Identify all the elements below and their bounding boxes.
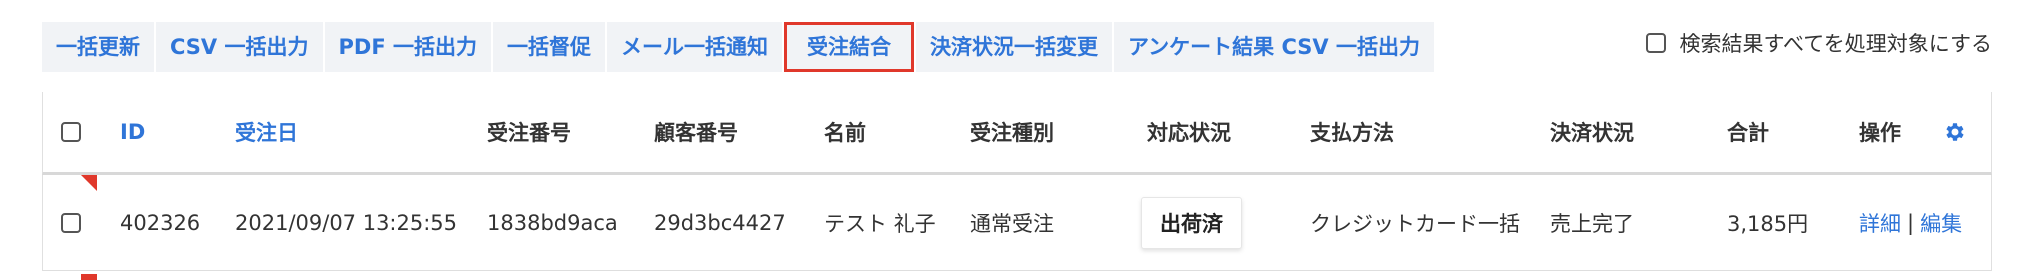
cell-payment-method: クレジットカード一括 xyxy=(1310,211,1520,236)
bulk-update-button[interactable]: 一括更新 xyxy=(42,22,154,72)
select-all-results-checkbox[interactable] xyxy=(1645,33,1666,53)
csv-bulk-export-button[interactable]: CSV 一括出力 xyxy=(156,22,323,72)
edit-link[interactable]: 編集 xyxy=(1920,208,1962,238)
cell-total: 3,185円 xyxy=(1727,211,1809,236)
cell-actions: 詳細 | 編集 xyxy=(1859,175,1962,270)
column-settings-button[interactable] xyxy=(1943,92,1967,172)
cell-status: 出荷済 xyxy=(1141,175,1242,270)
survey-csv-bulk-export-button[interactable]: アンケート結果 CSV 一括出力 xyxy=(1113,22,1434,72)
cell-name: テスト 礼子 xyxy=(824,211,936,236)
header-id[interactable]: ID xyxy=(120,92,145,172)
header-status: 対応状況 xyxy=(1147,121,1231,145)
row-flag-marker xyxy=(81,175,97,191)
customer-no-link[interactable]: 29d3bc4427 xyxy=(654,175,786,270)
table-row[interactable]: 402326 2021/09/07 13:25:55 1838bd9aca 29… xyxy=(42,175,1992,280)
header-actions: 操作 xyxy=(1859,121,1901,145)
header-payment-status: 決済状況 xyxy=(1550,121,1634,145)
merge-orders-button[interactable]: 受注結合 xyxy=(783,22,914,72)
header-order-date[interactable]: 受注日 xyxy=(235,92,298,172)
header-total: 合計 xyxy=(1727,121,1769,145)
pdf-bulk-export-button[interactable]: PDF 一括出力 xyxy=(324,22,491,72)
row-select-checkbox[interactable] xyxy=(61,212,81,233)
header-customer-no: 顧客番号 xyxy=(654,121,738,145)
header-name: 名前 xyxy=(824,121,866,145)
header-order-type: 受注種別 xyxy=(970,121,1054,145)
select-all-results[interactable]: 検索結果すべてを処理対象にする xyxy=(1645,28,1992,58)
header-order-no: 受注番号 xyxy=(487,121,571,145)
bulk-action-toolbar: 一括更新 CSV 一括出力 PDF 一括出力 一括督促 メール一括通知 受注結合… xyxy=(42,22,1436,72)
bulk-mail-notify-button[interactable]: メール一括通知 xyxy=(606,22,782,72)
header-checkbox-cell xyxy=(61,92,81,172)
row-checkbox-cell xyxy=(61,175,81,270)
cell-payment-status: 売上完了 xyxy=(1550,211,1634,236)
select-all-results-label: 検索結果すべてを処理対象にする xyxy=(1679,32,1992,56)
cell-order-date: 2021/09/07 13:25:55 xyxy=(235,210,458,235)
select-page-checkbox[interactable] xyxy=(61,122,81,142)
cell-id: 402326 xyxy=(120,210,201,235)
table-header: ID 受注日 受注番号 顧客番号 名前 受注種別 対応状況 支払方法 決済状況 … xyxy=(42,92,1992,175)
bulk-reminder-button[interactable]: 一括督促 xyxy=(492,22,605,72)
status-badge: 出荷済 xyxy=(1141,196,1242,249)
next-row-flag-marker xyxy=(81,274,97,280)
detail-link[interactable]: 詳細 xyxy=(1859,208,1901,238)
bulk-payment-status-change-button[interactable]: 決済状況一括変更 xyxy=(915,22,1112,72)
action-separator: | xyxy=(1907,210,1915,235)
orders-table: ID 受注日 受注番号 顧客番号 名前 受注種別 対応状況 支払方法 決済状況 … xyxy=(42,92,1992,280)
cell-order-no: 1838bd9aca xyxy=(487,210,618,235)
gear-icon xyxy=(1946,123,1964,141)
cell-order-type: 通常受注 xyxy=(970,211,1054,236)
header-payment-method: 支払方法 xyxy=(1310,121,1394,145)
